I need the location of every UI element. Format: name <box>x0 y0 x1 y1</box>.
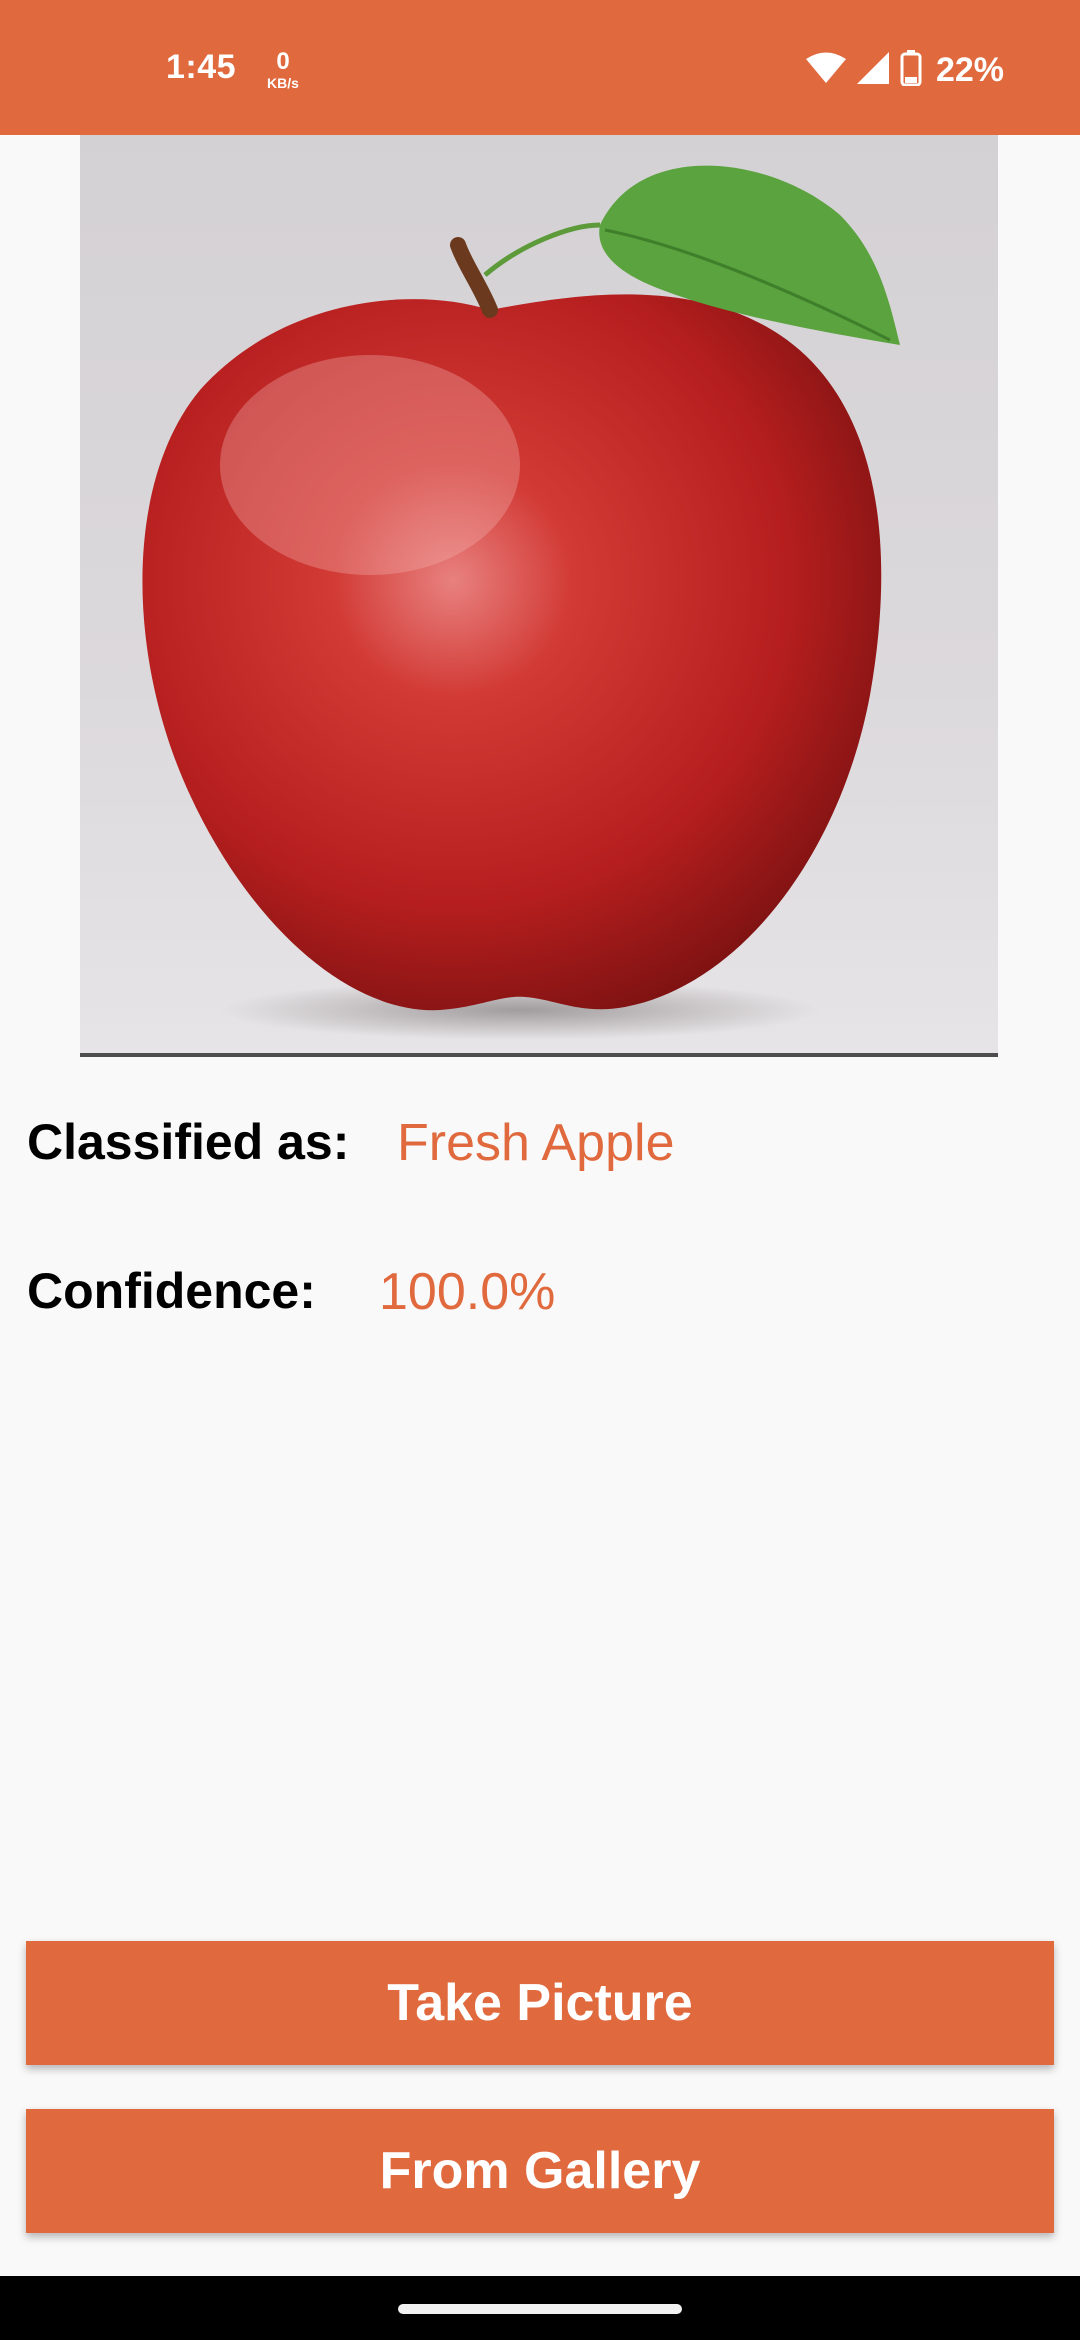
status-icons: 22% <box>805 48 1004 92</box>
home-indicator[interactable] <box>398 2304 682 2314</box>
network-speed: 0 KB/s <box>258 48 308 91</box>
confidence-value: 100.0% <box>379 1263 556 1321</box>
app-screen: 1:45 0 KB/s 22% Classified as: Fresh App… <box>0 0 1080 2340</box>
status-bar: 1:45 0 KB/s 22% <box>0 0 1080 135</box>
wifi-icon <box>805 52 846 89</box>
status-time: 1:45 <box>166 48 237 86</box>
network-speed-unit: KB/s <box>267 75 299 91</box>
cell-signal-icon <box>856 51 890 90</box>
battery-icon <box>900 49 922 91</box>
apple-photo <box>80 135 998 1057</box>
confidence-label: Confidence: <box>27 1263 316 1319</box>
from-gallery-button[interactable]: From Gallery <box>26 2109 1054 2233</box>
take-picture-button[interactable]: Take Picture <box>26 1941 1054 2065</box>
classified-as-value: Fresh Apple <box>397 1114 675 1172</box>
classified-as-label: Classified as: <box>27 1114 350 1170</box>
battery-percent: 22% <box>935 50 1004 89</box>
network-speed-value: 0 <box>276 48 290 75</box>
navigation-bar <box>0 2276 1080 2340</box>
